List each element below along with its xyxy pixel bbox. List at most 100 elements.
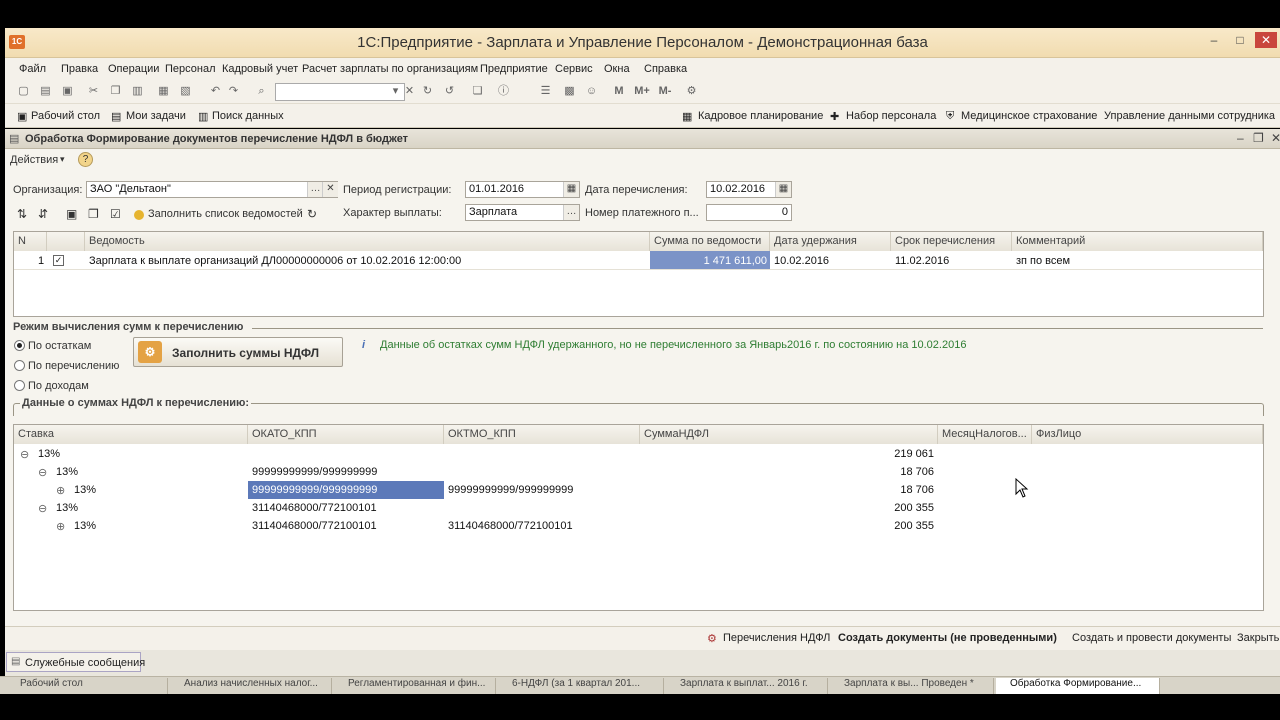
mode-balance-label[interactable]: По остаткам: [28, 340, 91, 352]
clear-organization-icon[interactable]: ✕: [322, 182, 338, 197]
date-calendar-icon[interactable]: ▦: [775, 182, 791, 197]
minimize-icon[interactable]: ‒: [1205, 32, 1223, 48]
transfers-button[interactable]: Перечисления НДФЛ: [723, 632, 830, 644]
select-organization-button[interactable]: …: [307, 182, 323, 197]
col-header-withhold-date[interactable]: Дата удержания: [770, 232, 891, 251]
collapse-icon[interactable]: ⊖: [20, 448, 29, 461]
memory-minus-icon[interactable]: M-: [655, 85, 675, 98]
col-header-sum[interactable]: Сумма по ведомости: [650, 232, 770, 251]
add-row-icon[interactable]: ▣: [66, 207, 77, 221]
menu-help[interactable]: Справка: [644, 63, 687, 75]
actions-menu[interactable]: Действия: [10, 154, 58, 166]
search-input[interactable]: [275, 83, 405, 101]
search-forward-icon[interactable]: ↻: [421, 85, 434, 98]
col-header-person[interactable]: ФизЛицо: [1032, 425, 1263, 444]
maximize-icon[interactable]: □: [1231, 32, 1249, 48]
save-icon[interactable]: ▣: [61, 85, 74, 98]
menu-service[interactable]: Сервис: [555, 63, 593, 75]
col-header-due-date[interactable]: Срок перечисления: [891, 232, 1012, 251]
col-header-rate[interactable]: Ставка: [14, 425, 248, 444]
organization-field[interactable]: ЗАО "Дельтаон" … ✕: [86, 181, 338, 198]
sort-desc-icon[interactable]: ⇵: [38, 207, 48, 221]
col-header-n[interactable]: N: [14, 232, 47, 251]
tree-row[interactable]: ⊖ 13% 219 061: [14, 445, 1263, 463]
tree-row[interactable]: ⊖ 13% 31140468000/772100101 200 355: [14, 499, 1263, 517]
form-close-icon[interactable]: ✕: [1271, 131, 1280, 145]
col-header-tax-month[interactable]: МесяцНалогов...: [938, 425, 1032, 444]
payout-type-field[interactable]: Зарплата …: [465, 204, 580, 221]
table-row[interactable]: 1 ✓ Зарплата к выплате организаций ДЛ000…: [14, 251, 1263, 270]
expand-icon[interactable]: ⊕: [56, 484, 65, 497]
select-payout-button[interactable]: …: [563, 205, 579, 220]
tree-okato-selected[interactable]: 99999999999/999999999: [248, 481, 444, 499]
search-icon[interactable]: ⌕: [255, 85, 268, 98]
tree-row[interactable]: ⊖ 13% 99999999999/999999999 18 706: [14, 463, 1263, 481]
form-restore-icon[interactable]: ❐: [1253, 131, 1264, 145]
expand-icon[interactable]: ⊕: [56, 520, 65, 533]
task-payroll-1[interactable]: Зарплата к выплат... 2016 г.: [666, 678, 828, 694]
col-header-statement[interactable]: Ведомость: [85, 232, 650, 251]
fill-ndfl-button[interactable]: ⚙ Заполнить суммы НДФЛ: [133, 337, 343, 367]
open-folder-icon[interactable]: ▤: [39, 85, 52, 98]
period-field[interactable]: 01.01.2016 ▦: [465, 181, 580, 198]
actions-dropdown-icon[interactable]: ▾: [60, 154, 65, 165]
transfer-date-field[interactable]: 10.02.2016 ▦: [706, 181, 792, 198]
check-all-icon[interactable]: ☑: [110, 207, 121, 221]
copy-row-icon[interactable]: ❐: [88, 207, 99, 221]
period-calendar-icon[interactable]: ▦: [563, 182, 579, 197]
dropdown-arrow-icon[interactable]: ▾: [389, 85, 402, 98]
row-checkbox[interactable]: ✓: [53, 255, 64, 266]
statement-sum[interactable]: 1 471 611,00: [650, 251, 770, 269]
task-6ndfl[interactable]: 6-НДФЛ (за 1 квартал 201...: [498, 678, 664, 694]
menu-file[interactable]: Файл: [19, 63, 46, 75]
menu-windows[interactable]: Окна: [604, 63, 630, 75]
clear-search-icon[interactable]: ✕: [403, 85, 416, 98]
memory-icon[interactable]: M: [611, 85, 627, 98]
col-header-ndfl-sum[interactable]: СуммаНДФЛ: [640, 425, 938, 444]
task-payroll-2[interactable]: Зарплата к вы... Проведен *: [830, 678, 994, 694]
col-header-check[interactable]: [47, 232, 85, 251]
recruitment-link[interactable]: Набор персонала: [846, 110, 936, 122]
service-messages-tab[interactable]: ▤ Служебные сообщения: [6, 652, 145, 672]
undo-icon[interactable]: ↶: [209, 85, 222, 98]
task-taxes[interactable]: Анализ начисленных налог...: [170, 678, 332, 694]
windows-icon[interactable]: ❏: [471, 85, 484, 98]
create-documents-button[interactable]: Создать документы (не проведенными): [838, 632, 1057, 644]
cut-icon[interactable]: ✂: [87, 85, 100, 98]
mode-transfer-label[interactable]: По перечислению: [28, 360, 119, 372]
task-desktop[interactable]: Рабочий стол: [6, 678, 168, 694]
close-window-icon[interactable]: ✕: [1255, 32, 1277, 48]
new-document-icon[interactable]: ▢: [17, 85, 30, 98]
data-search-link[interactable]: Поиск данных: [212, 110, 284, 122]
tools-icon[interactable]: ⚙: [685, 85, 698, 98]
employee-data-link[interactable]: Управление данными сотрудника: [1104, 110, 1275, 122]
help-icon[interactable]: ?: [78, 152, 93, 167]
mode-radio-balance[interactable]: [14, 340, 25, 351]
payment-number-field[interactable]: 0: [706, 204, 792, 221]
task-processing[interactable]: Обработка Формирование...: [996, 678, 1160, 694]
collapse-icon[interactable]: ⊖: [38, 466, 47, 479]
collapse-icon[interactable]: ⊖: [38, 502, 47, 515]
hr-planning-link[interactable]: Кадровое планирование: [698, 110, 823, 122]
mode-income-label[interactable]: По доходам: [28, 380, 89, 392]
menu-operations[interactable]: Операции: [108, 63, 159, 75]
col-header-comment[interactable]: Комментарий: [1012, 232, 1263, 251]
menu-payroll[interactable]: Расчет зарплаты по организациям: [302, 63, 478, 75]
list-icon[interactable]: ☰: [539, 85, 552, 98]
mode-radio-transfer[interactable]: [14, 360, 25, 371]
insurance-link[interactable]: Медицинское страхование: [961, 110, 1097, 122]
redo-icon[interactable]: ↷: [227, 85, 240, 98]
tree-row[interactable]: ⊕ 13% 31140468000/772100101 31140468000/…: [14, 517, 1263, 535]
col-header-okato[interactable]: ОКАТО_КПП: [248, 425, 444, 444]
menu-hr[interactable]: Кадровый учет: [222, 63, 298, 75]
mode-radio-income[interactable]: [14, 380, 25, 391]
task-reports[interactable]: Регламентированная и фин...: [334, 678, 496, 694]
memory-plus-icon[interactable]: M+: [631, 85, 653, 98]
tree-row[interactable]: ⊕ 13% 99999999999/999999999 99999999999/…: [14, 481, 1263, 499]
print-icon[interactable]: ▦: [157, 85, 170, 98]
refresh-icon[interactable]: ↻: [307, 207, 317, 221]
users-icon[interactable]: ☺: [585, 85, 598, 98]
menu-edit[interactable]: Правка: [61, 63, 98, 75]
menu-personnel[interactable]: Персонал: [165, 63, 216, 75]
fill-list-button[interactable]: Заполнить список ведомостей: [148, 208, 303, 220]
